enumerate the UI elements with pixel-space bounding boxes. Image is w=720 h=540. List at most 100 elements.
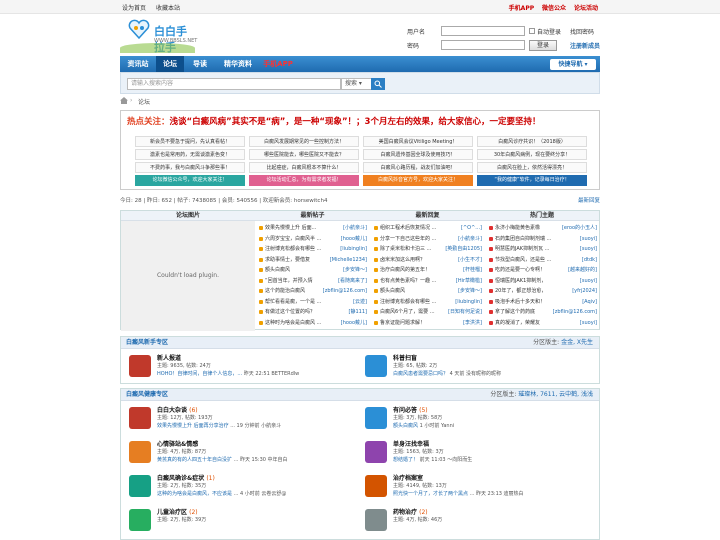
hot-topic-item[interactable]: 吸泡手术后十多天和！ [Aqiv]	[489, 298, 597, 307]
item-title[interactable]: 恒瑞医药JAK1抑制剂，	[495, 277, 546, 286]
forum-title[interactable]: 治疗档案室	[393, 475, 423, 482]
forum-block[interactable]: 有问必答 (5) 主题: 3万, 帖数: 58万 额头白癜风 1 小时前 Yanni	[361, 405, 596, 435]
item-title[interactable]: 吃药还是要一心专啊！	[495, 266, 545, 275]
new-reply-item[interactable]: 治疗白癜风的第五年！ [杆桂榴]	[374, 266, 482, 275]
forum-name[interactable]: 科普扫盲	[393, 353, 417, 362]
quick-nav-button[interactable]: 快捷导航 ▾	[550, 59, 596, 70]
item-author[interactable]: [hooo戴儿]	[341, 319, 367, 328]
item-author[interactable]: [小生不才]	[458, 256, 482, 265]
forum-last-post[interactable]: 白癜风患者需要忌口吗？ 4 天前 没有昵称的昵称	[393, 370, 501, 377]
item-author[interactable]: [^O^...]	[461, 224, 482, 233]
item-title[interactable]: 组织工程术后恢复情况 ...	[380, 224, 436, 233]
new-reply-item[interactable]: 除了桌米松和卡泊三 ... [英勤自由1205]	[374, 245, 482, 254]
forum-last-post[interactable]: 这种的为啥会是白癜风，不应该是 ... 4 小时前 云卷云舒@	[157, 490, 286, 497]
item-title[interactable]: 真的凝消了，荣耀友	[495, 319, 540, 328]
item-author[interactable]: [suoyi]	[580, 235, 597, 244]
forum-last-post[interactable]: 照光快一个月了，才长了两个黑点 ... 昨天 23:13 迪丽热白	[393, 490, 524, 497]
hot-topic-item[interactable]: 真的凝消了，荣耀友 [suoyi]	[489, 319, 597, 328]
item-author[interactable]: [liubinglin]	[455, 298, 482, 307]
hot-topic-item[interactable]: 20年了，都正想治愈， [yfrj2024]	[489, 287, 597, 296]
username-input[interactable]	[441, 26, 525, 36]
hot-link[interactable]: 30年白癜风病例，现在要终分享！	[477, 149, 587, 160]
item-author[interactable]: [李洪洪]	[463, 319, 482, 328]
care-section-title[interactable]: 白癜风健康专区	[126, 391, 168, 398]
forgot-password-link[interactable]: 找回密码	[570, 27, 594, 36]
forum-name[interactable]: 单身汪找幸福	[393, 439, 429, 448]
item-author[interactable]: [zbflin@126.com]	[553, 308, 597, 317]
bookmark-link[interactable]: 收藏本站	[156, 5, 180, 12]
new-reply-item[interactable]: 组织工程术后恢复情况 ... [^O^...]	[374, 224, 482, 233]
forum-name[interactable]: 心情驿站&情感	[157, 439, 198, 448]
forum-block[interactable]: 心情驿站&情感 主题: 4万, 帖数: 87万 黄芪真的有的人四五十年自白没扩 .…	[125, 439, 360, 469]
forum-title[interactable]: 单身汪找幸福	[393, 441, 429, 448]
item-title[interactable]: 石药集团自白抑制剂瑞 ...	[495, 235, 551, 244]
last-post-link[interactable]: 想结婚了！	[393, 457, 418, 463]
forum-name[interactable]: 白白大杂谈 (6)	[157, 405, 198, 414]
new-reply-item[interactable]: 白癜风6个月了，需要 ... [日知有何足说]	[374, 308, 482, 317]
item-title[interactable]: 白癜风6个月了，需要 ...	[380, 308, 435, 317]
new-reply-item[interactable]: 也有点黄色素吗？一趣 ... [Hir草橄槛]	[374, 277, 482, 286]
forum-block[interactable]: 单身汪找幸福 主题: 1563, 帖数: 3万 想结婚了！ 前天 11:03 ～向…	[361, 439, 596, 469]
new-post-item[interactable]: “回首当年，并预入情 [看随离来了]	[259, 277, 367, 286]
forum-title[interactable]: 新人报道	[157, 355, 181, 362]
set-homepage-link[interactable]: 设为首页	[122, 5, 146, 12]
hot-topic-item[interactable]: 石药集团自白抑制剂瑞 ... [suoyi]	[489, 235, 597, 244]
hot-topic-item[interactable]: 恒瑞医药JAK1抑制剂， [suoyi]	[489, 277, 597, 286]
forum-title[interactable]: 有问必答	[393, 407, 417, 414]
new-reply-item[interactable]: 额头白癜风 [步安锋～]	[374, 287, 482, 296]
item-author[interactable]: [静111]	[349, 308, 367, 317]
new-post-item[interactable]: 这种时为啥会是白癜风 ... [hooo戴儿]	[259, 319, 367, 328]
newbie-section-title[interactable]: 白癜风新手专区	[126, 339, 168, 346]
forum-block[interactable]: 白癜风确诊&症状 (1) 主题: 2万, 帖数: 35万 这种的为啥会是白癜风，不应…	[125, 473, 360, 503]
new-post-item[interactable]: 效果先慢慢上升 后面... [小航亲斗]	[259, 224, 367, 233]
item-author[interactable]: [Michelle1234]	[330, 256, 367, 265]
search-input[interactable]: 请输入搜索内容	[127, 78, 341, 90]
forum-last-post[interactable]: 黄芪真的有的人四五十年自白没扩 ... 昨天 15:30 中年自白	[157, 456, 288, 463]
hot-link[interactable]: 新会员不要急于提问，先认真看帖！	[135, 136, 245, 147]
item-title[interactable]: 永济小梅能黄色素橡	[495, 224, 540, 233]
item-author[interactable]: [hooo戴儿]	[341, 235, 367, 244]
login-button[interactable]: 登录	[529, 40, 557, 51]
nav-item-app[interactable]: 手机APP	[260, 56, 296, 72]
forum-last-post[interactable]: HOHO！自律时间，自律个人信息，... 昨天 22:51 BETTERdlw	[157, 370, 299, 377]
new-post-item[interactable]: 求助事情士，要借复 [Michelle1234]	[259, 256, 367, 265]
item-title[interactable]: 这种时为啥会是白癜风 ...	[265, 319, 321, 328]
hot-topic-item[interactable]: 永济小梅能黄色素橡 [eroo的小玉人]	[489, 224, 597, 233]
item-title[interactable]: 拿了解这个药药底	[495, 308, 535, 317]
hot-topic-item[interactable]: 拿了解这个药药底 [zbflin@126.com]	[489, 308, 597, 317]
item-author[interactable]: [yfrj2024]	[572, 287, 597, 296]
password-input[interactable]	[441, 40, 525, 50]
forum-block[interactable]: 药物治疗 (2) 主题: 4万, 帖数: 46万	[361, 507, 596, 537]
item-author[interactable]: [dtdk]	[582, 256, 597, 265]
item-title[interactable]: 注射博克松都会有哪些 ...	[380, 298, 436, 307]
item-author[interactable]: [步安锋～]	[343, 266, 367, 275]
forum-block[interactable]: 白白大杂谈 (6) 主题: 12万, 帖数: 193万 效果先慢慢上升 后面再分享治…	[125, 405, 360, 435]
nav-item-news[interactable]: 资讯站	[124, 56, 152, 72]
hot-link[interactable]: 激素也是常用药，无需谈激素色变！	[135, 149, 245, 160]
forum-name[interactable]: 新人报道	[157, 353, 181, 362]
item-author[interactable]: [英勤自由1205]	[445, 245, 482, 254]
item-author[interactable]: [Hir草橄槛]	[456, 277, 482, 286]
item-author[interactable]: [Aqiv]	[582, 298, 597, 307]
last-post-link[interactable]: 效果先慢慢上升 后面再分享治疗	[157, 423, 229, 429]
new-reply-item[interactable]: 注射博克松都会有哪些 ... [liubinglin]	[374, 298, 482, 307]
last-post-link[interactable]: 这种的为啥会是白癜风，不应该是	[157, 491, 232, 497]
hot-link[interactable]: 美国白癜风会议Vitiligo Meeting！	[363, 136, 473, 147]
item-author[interactable]: [liubinglin]	[340, 245, 367, 254]
item-title[interactable]: 卤米米加这么用啊？	[380, 256, 425, 265]
hot-link[interactable]: 不费药事，我与白癜风斗争那些事！	[135, 162, 245, 173]
forum-block[interactable]: 治疗档案室 主题: 4149, 帖数: 13万 照光快一个月了，才长了两个黑点 .…	[361, 473, 596, 503]
hot-link[interactable]: 白癜风在脸上，依然活得漂亮！	[477, 162, 587, 173]
item-title[interactable]: 有做过这个位置的吗？	[265, 308, 315, 317]
forum-title[interactable]: 心情驿站&情感	[157, 441, 198, 448]
forum-last-post[interactable]: 效果先慢慢上升 后面再分享治疗 ... 19 分钟前 小航亲斗	[157, 422, 281, 429]
item-author[interactable]: [suoyi]	[580, 319, 597, 328]
hot-link[interactable]: 白癜风发展期常见的一些控制方法！	[249, 136, 359, 147]
item-title[interactable]: 六周岁宝宝，白癜风半 ...	[265, 235, 321, 244]
forum-title[interactable]: 白白大杂谈	[157, 407, 187, 414]
item-title[interactable]: 额头白癜风	[380, 287, 405, 296]
item-title[interactable]: 效果先慢慢上升 后面...	[265, 224, 316, 233]
item-author[interactable]: [小航亲斗]	[343, 224, 367, 233]
new-post-item[interactable]: 额头白癜风 [步安锋～]	[259, 266, 367, 275]
item-author[interactable]: [看随离来了]	[338, 277, 367, 286]
